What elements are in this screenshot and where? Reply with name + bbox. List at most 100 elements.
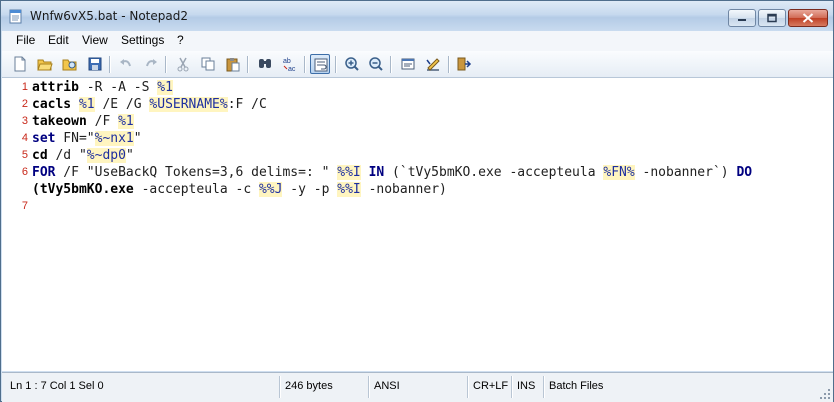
- zoom-out-button[interactable]: [366, 54, 386, 74]
- keyword-token: takeown: [32, 114, 87, 129]
- status-line-endings[interactable]: CR+LF: [473, 380, 508, 392]
- maximize-button[interactable]: [758, 9, 786, 27]
- minimize-icon: [738, 19, 746, 21]
- keyword-token: set: [32, 131, 56, 146]
- notepad2-window: Wnfw6vX5.bat - Notepad2 File Edit View S…: [0, 0, 834, 402]
- line-number: 4: [21, 132, 28, 144]
- cut-button[interactable]: [173, 54, 193, 74]
- status-encoding[interactable]: ANSI: [374, 380, 400, 392]
- text-token: /d ": [47, 148, 87, 163]
- menu-settings[interactable]: Settings: [121, 33, 164, 47]
- open-button[interactable]: [35, 54, 55, 74]
- keyword-token: cacls: [32, 97, 72, 112]
- variable-token: %%J: [258, 182, 283, 197]
- code-text: set FN="%~nx1": [32, 130, 142, 147]
- code-line[interactable]: 4 set FN="%~nx1": [2, 130, 833, 147]
- variable-token: %%I: [337, 182, 361, 197]
- toolbar-separator: [448, 56, 450, 73]
- menu-file[interactable]: File: [16, 33, 35, 47]
- save-button[interactable]: [85, 54, 105, 74]
- status-position: Ln 1 : 7 Col 1 Sel 0: [10, 380, 104, 392]
- code-text: cd /d "%~dp0": [32, 147, 134, 164]
- new-button[interactable]: [10, 54, 30, 74]
- toolbar-separator: [390, 56, 392, 73]
- variable-token: %%I: [337, 165, 361, 180]
- exit-button[interactable]: [454, 54, 474, 74]
- svg-text:ab: ab: [283, 58, 291, 65]
- undo-button[interactable]: [116, 54, 136, 74]
- zoom-in-icon: [345, 57, 359, 71]
- replace-icon: abac: [283, 58, 296, 72]
- menu-view[interactable]: View: [82, 33, 108, 47]
- editor-area[interactable]: 1 attrib -R -A -S %1 2 cacls %1 /E /G %USER…: [2, 78, 833, 371]
- keyword-token: IN: [368, 165, 385, 180]
- code-line[interactable]: 7: [2, 198, 833, 215]
- status-lexer[interactable]: Batch Files: [549, 380, 603, 392]
- browse-button[interactable]: [60, 54, 80, 74]
- variable-token: %USERNAME%: [149, 97, 228, 112]
- status-mode[interactable]: INS: [517, 380, 535, 392]
- text-token: -nobanner`): [634, 165, 737, 180]
- window-title: Wnfw6vX5.bat - Notepad2: [30, 9, 188, 23]
- title-bar[interactable]: Wnfw6vX5.bat - Notepad2: [1, 1, 833, 31]
- zoom-out-icon: [369, 57, 383, 71]
- line-number: 1: [21, 81, 28, 93]
- scheme-button[interactable]: [398, 54, 418, 74]
- toolbar-separator: [109, 56, 111, 73]
- customize-icon: [426, 58, 440, 71]
- new-file-icon: [14, 56, 26, 72]
- copy-button[interactable]: [198, 54, 218, 74]
- toolbar-separator: [335, 56, 337, 73]
- text-token: :F /C: [227, 97, 267, 112]
- code-line[interactable]: 5 cd /d "%~dp0": [2, 147, 833, 164]
- text-token: ": [133, 131, 142, 146]
- exit-icon: [457, 57, 472, 71]
- text-token: (`tVy5bmKO.exe -accepteula: [384, 165, 604, 180]
- replace-button[interactable]: ab ac: [280, 54, 300, 74]
- code-text: (tVy5bmKO.exe -accepteula -c %%J -y -p %…: [32, 181, 447, 198]
- find-button[interactable]: [255, 54, 275, 74]
- close-button[interactable]: [788, 9, 828, 27]
- maximize-icon: [767, 13, 777, 23]
- menu-edit[interactable]: Edit: [48, 33, 69, 47]
- code-line[interactable]: 3 takeown /F %1: [2, 113, 833, 130]
- code-line[interactable]: 6 FOR /F "UseBackQ Tokens=3,6 delims=: " …: [2, 164, 833, 181]
- code-text: takeown /F %1: [32, 113, 134, 130]
- text-token: -y -p: [282, 182, 338, 197]
- code-line[interactable]: 1 attrib -R -A -S %1: [2, 79, 833, 96]
- menu-help[interactable]: ?: [177, 33, 184, 47]
- redo-button[interactable]: [141, 54, 161, 74]
- status-size: 246 bytes: [285, 380, 333, 392]
- variable-token: %1: [78, 97, 95, 112]
- code-line[interactable]: 2 cacls %1 /E /G %USERNAME%:F /C: [2, 96, 833, 113]
- zoom-in-button[interactable]: [342, 54, 362, 74]
- scheme-icon: [401, 58, 415, 70]
- paste-button[interactable]: [223, 54, 243, 74]
- minimize-button[interactable]: [728, 9, 756, 27]
- status-bar: Ln 1 : 7 Col 1 Sel 0 246 bytes ANSI CR+L…: [2, 372, 833, 402]
- keyword-token: FOR: [32, 165, 56, 180]
- line-number: 7: [21, 200, 28, 212]
- text-token: -R -A -S: [78, 80, 158, 95]
- text-token: /F "UseBackQ Tokens=3,6 delims=: ": [55, 165, 338, 180]
- word-wrap-icon: [314, 58, 328, 72]
- text-token: ": [125, 148, 134, 163]
- variable-token: %FN%: [603, 165, 635, 180]
- customize-scheme-button[interactable]: [423, 54, 443, 74]
- paste-icon: [226, 58, 240, 72]
- variable-token: %~dp0: [86, 148, 126, 163]
- toolbar-separator: [304, 56, 306, 73]
- variable-token: %1: [118, 114, 134, 129]
- word-wrap-button[interactable]: [310, 54, 330, 74]
- code-text: FOR /F "UseBackQ Tokens=3,6 delims=: " %…: [32, 164, 752, 181]
- resize-grip-icon[interactable]: [819, 388, 831, 400]
- keyword-token: cd: [32, 148, 48, 163]
- status-separator: [279, 376, 281, 398]
- code-line[interactable]: (tVy5bmKO.exe -accepteula -c %%J -y -p %…: [2, 181, 833, 198]
- variable-token: %~nx1: [94, 131, 134, 146]
- keyword-token: (tVy5bmKO.exe: [32, 182, 134, 197]
- undo-icon: [120, 59, 131, 67]
- keyword-token: DO: [736, 165, 753, 180]
- toolbar-separator: [247, 56, 249, 73]
- cut-icon: [177, 57, 189, 72]
